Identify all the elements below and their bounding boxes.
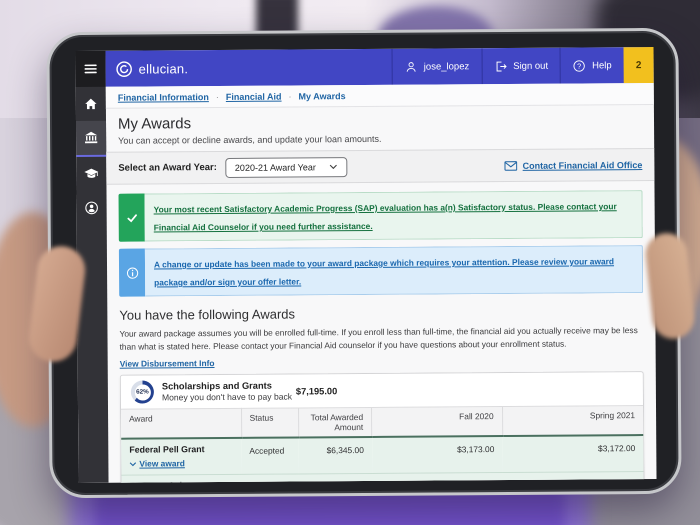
sidebar-item-financial-information[interactable] [76, 121, 106, 155]
brand-logo[interactable]: ellucian. [106, 50, 189, 87]
view-award-link[interactable]: View award [129, 458, 185, 468]
column-total-awarded: Total Awarded Amount [298, 408, 371, 438]
info-alert-body: A change or update has been made to your… [145, 245, 643, 296]
home-icon [84, 97, 98, 111]
bank-icon [84, 131, 98, 145]
breadcrumb-financial-aid[interactable]: Financial Aid [226, 91, 282, 101]
percent-ring: 62% [131, 381, 154, 404]
info-badge [119, 249, 145, 297]
award-year-select[interactable]: 2020-21 Award Year [225, 157, 348, 178]
graduation-cap-icon [84, 167, 98, 181]
award-year-label: Select an Award Year: [118, 162, 217, 174]
award-spring-amount: $3,172.00 [502, 435, 643, 472]
award-name: Federal Pell Grant [129, 444, 233, 455]
awards-table: Award Status Total Awarded Amount Fall 2… [121, 405, 644, 483]
envelope-icon [505, 160, 518, 170]
scholarships-grants-card: 62% Scholarships and Grants Money you do… [120, 371, 645, 483]
breadcrumb-separator: · [289, 91, 292, 101]
award-total: $6,345.00 [299, 437, 372, 474]
view-disbursement-info-link[interactable]: View Disbursement Info [120, 355, 644, 369]
award-status: Accepted [241, 438, 299, 475]
breadcrumb-financial-information[interactable]: Financial Information [118, 92, 209, 103]
sidebar-item-academics[interactable] [76, 157, 106, 191]
award-fall-amount: $3,173.00 [372, 436, 503, 473]
column-spring-2021: Spring 2021 [502, 406, 643, 436]
sap-status-alert: Your most recent Satisfactory Academic P… [119, 190, 643, 242]
help-button[interactable]: ? Help [560, 47, 624, 83]
contact-link-label: Contact Financial Aid Office [523, 160, 643, 171]
chevron-down-icon [129, 461, 136, 466]
group-note: Money you don't have to pay back [162, 392, 292, 403]
sidebar-item-home[interactable] [76, 87, 106, 121]
help-label: Help [592, 60, 612, 71]
checkmark-icon [125, 211, 138, 224]
award-name: Bowman Ashe Scholarship [130, 480, 234, 483]
award-year-selected-value: 2020-21 Award Year [235, 162, 316, 173]
page-title: My Awards [118, 112, 642, 133]
sign-out-icon [494, 59, 507, 72]
help-icon: ? [573, 59, 586, 72]
page-subtitle: You can accept or decline awards, and up… [118, 132, 642, 146]
sign-out-label: Sign out [513, 60, 548, 71]
page-header: My Awards You can accept or decline awar… [106, 105, 654, 152]
group-name: Scholarships and Grants [162, 381, 292, 392]
breadcrumb-separator: · [216, 92, 219, 102]
award-package-link[interactable]: A change or update has been made to your… [154, 256, 614, 287]
award-spring-amount: $125.00 [502, 472, 643, 483]
contact-financial-aid-link[interactable]: Contact Financial Aid Office [505, 160, 643, 171]
user-menu[interactable]: jose_lopez [392, 48, 482, 85]
column-fall-2020: Fall 2020 [372, 407, 503, 437]
svg-text:?: ? [578, 61, 582, 70]
chevron-down-icon [330, 164, 338, 169]
menu-button[interactable] [76, 51, 106, 87]
hamburger-icon [84, 62, 98, 76]
notification-badge[interactable]: 2 [623, 47, 653, 83]
user-icon [405, 60, 418, 73]
top-bar-actions: jose_lopez Sign out ? Help 2 [392, 47, 654, 85]
column-status: Status [241, 408, 299, 438]
main-content: ellucian. jose_lopez Sign out ? Help [106, 47, 657, 483]
group-total-amount: $7,195.00 [296, 386, 337, 396]
column-award: Award [121, 409, 241, 439]
group-summary: 62% Scholarships and Grants Money you do… [131, 380, 296, 404]
table-header-row: Award Status Total Awarded Amount Fall 2… [121, 406, 643, 439]
scholarships-grants-header: 62% Scholarships and Grants Money you do… [121, 372, 643, 409]
awards-section-description: Your award package assumes you will be e… [119, 324, 643, 353]
username-label: jose_lopez [424, 61, 469, 72]
success-badge [119, 194, 145, 242]
success-alert-body: Your most recent Satisfactory Academic P… [145, 190, 643, 241]
app-screen: ellucian. jose_lopez Sign out ? Help [76, 47, 657, 483]
sap-status-link[interactable]: Your most recent Satisfactory Academic P… [154, 201, 617, 232]
award-year-band: Select an Award Year: 2020-21 Award Year… [106, 148, 654, 185]
awards-section-heading: You have the following Awards [119, 304, 643, 323]
breadcrumb-my-awards: My Awards [299, 91, 346, 101]
info-icon [126, 266, 139, 279]
notification-count: 2 [636, 60, 642, 71]
person-circle-icon [85, 201, 99, 215]
award-package-alert: A change or update has been made to your… [119, 245, 643, 297]
ellucian-logo-icon [116, 60, 133, 77]
brand-name: ellucian. [139, 61, 189, 76]
award-fall-amount: $125.00 [372, 473, 503, 483]
award-total: $250.00 [299, 474, 372, 483]
top-navigation-bar: ellucian. jose_lopez Sign out ? Help [106, 47, 654, 87]
sign-out-button[interactable]: Sign out [481, 48, 560, 85]
percent-value: 62% [136, 389, 149, 396]
table-row: Federal Pell Grant View award Accepted $… [121, 435, 643, 475]
tablet-device: ellucian. jose_lopez Sign out ? Help [46, 28, 681, 498]
award-status: Accepted [242, 474, 300, 483]
sidebar-item-account[interactable] [76, 191, 106, 225]
